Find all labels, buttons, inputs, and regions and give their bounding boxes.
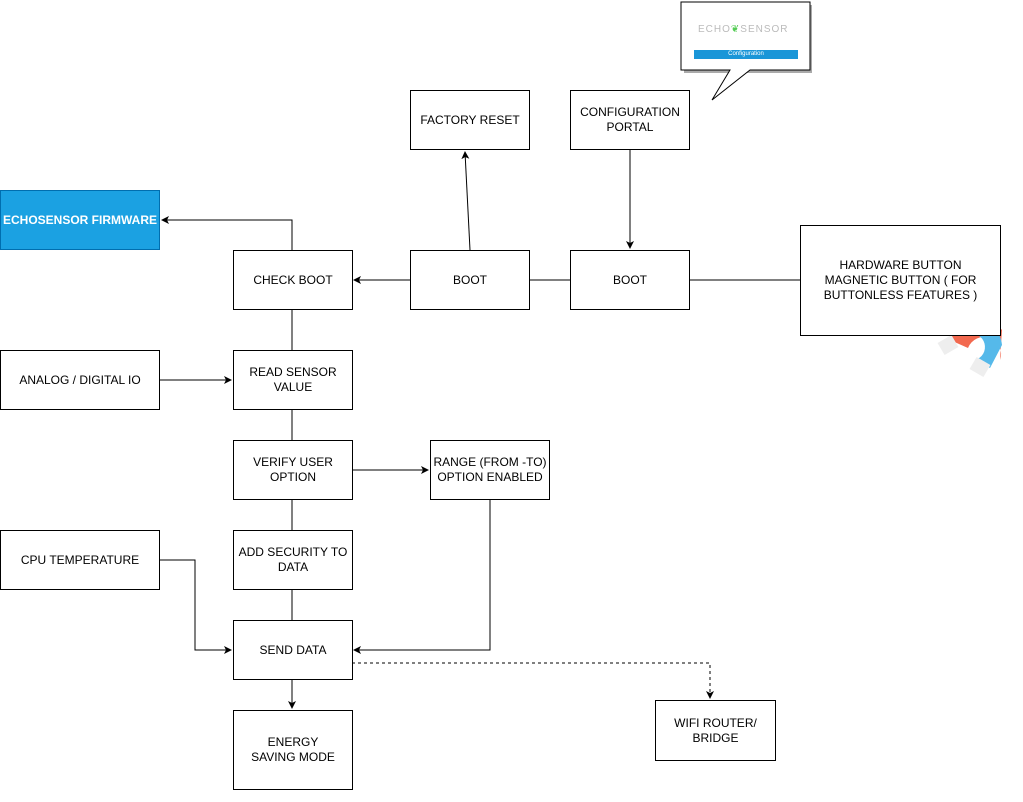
configuration-button: Configuration	[694, 50, 798, 59]
node-energy-saving[interactable]: ENERGY SAVING MODE	[233, 710, 353, 790]
node-wifi-router[interactable]: WIFI ROUTER/ BRIDGE	[655, 700, 776, 761]
node-firmware[interactable]: ECHOSENSOR FIRMWARE	[0, 190, 160, 250]
node-add-security[interactable]: ADD SECURITY TO DATA	[233, 530, 353, 590]
node-hardware-button[interactable]: HARDWARE BUTTON MAGNETIC BUTTON ( FOR BU…	[800, 225, 1001, 336]
node-send-data[interactable]: SEND DATA	[233, 620, 353, 680]
node-config-portal[interactable]: CONFIGURATION PORTAL	[570, 90, 690, 150]
node-check-boot[interactable]: CHECK BOOT	[233, 250, 353, 310]
node-analog-io[interactable]: ANALOG / DIGITAL IO	[0, 350, 160, 410]
edge-send-wifi	[352, 662, 714, 699]
node-verify-option[interactable]: VERIFY USER OPTION	[233, 440, 353, 500]
edge-range-send	[353, 500, 491, 654]
config-portal-screenshot: ECHO❦SENSOR Configuration	[692, 10, 800, 62]
node-cpu-temperature[interactable]: CPU TEMPERATURE	[0, 530, 160, 590]
edge-checkboot-firmware	[161, 216, 293, 250]
node-boot[interactable]: BOOT	[410, 250, 530, 310]
node-read-sensor[interactable]: READ SENSOR VALUE	[233, 350, 353, 410]
echosensor-logo: ECHO❦SENSOR	[698, 24, 789, 35]
node-boot-2[interactable]: BOOT	[570, 250, 690, 310]
node-factory-reset[interactable]: FACTORY RESET	[410, 90, 530, 150]
edge-boot-factoryreset	[461, 151, 471, 251]
node-range-option[interactable]: RANGE (FROM -TO) OPTION ENABLED	[430, 440, 550, 500]
edge-cpu-send	[160, 559, 232, 654]
